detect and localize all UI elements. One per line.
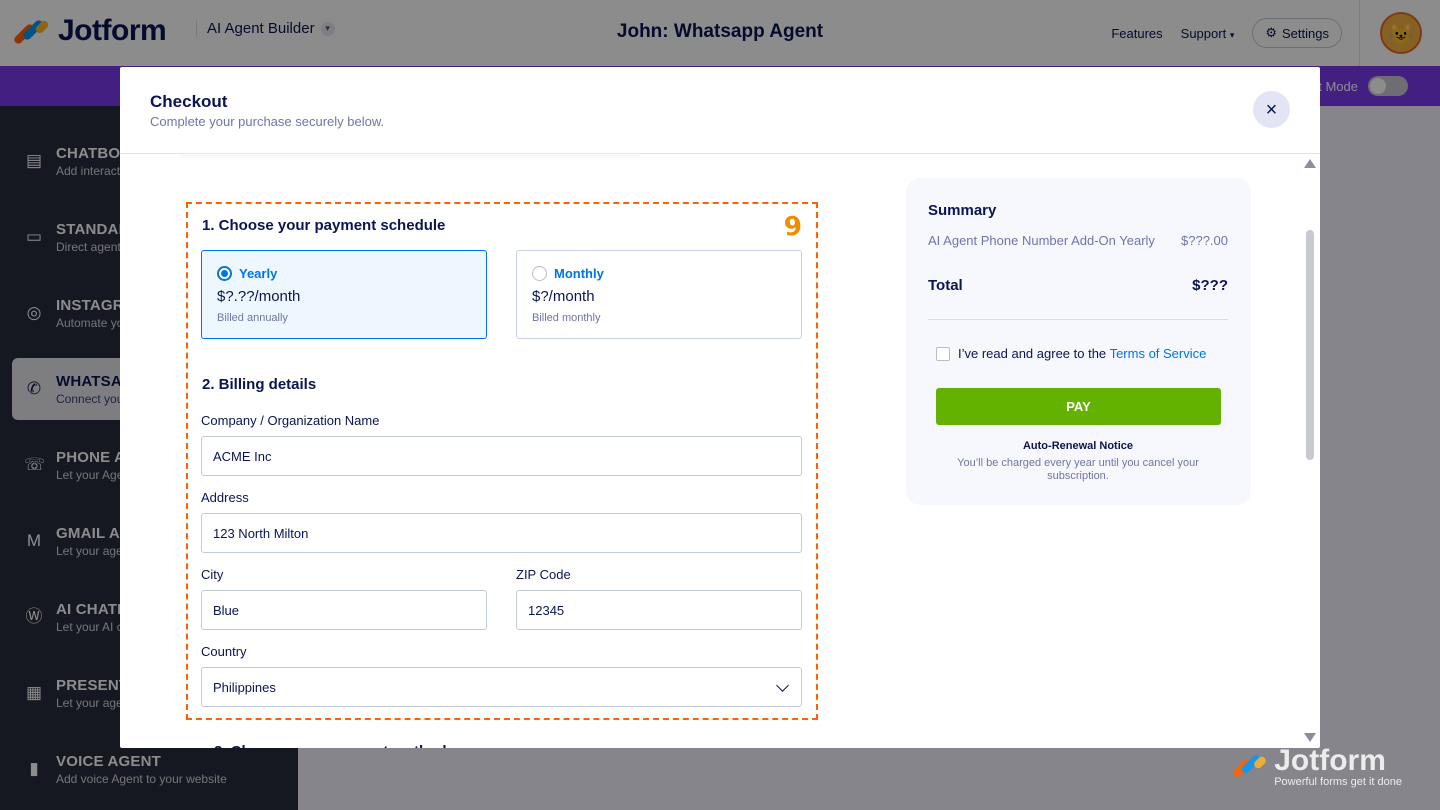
modal-title: Checkout xyxy=(150,92,228,111)
pay-button[interactable]: PAY xyxy=(936,388,1221,425)
company-label: Company / Organization Name xyxy=(201,413,380,428)
chevron-down-icon xyxy=(776,679,789,692)
summary-total-label: Total xyxy=(928,277,963,294)
summary-total-value: $??? xyxy=(1192,277,1228,294)
plan-price: $?/month xyxy=(532,288,595,305)
modal-header: Checkout Complete your purchase securely… xyxy=(120,67,1320,154)
country-select[interactable]: Philippines xyxy=(201,667,802,707)
summary-divider xyxy=(928,319,1228,320)
watermark-brand: Jotform xyxy=(1274,744,1386,777)
watermark-tagline: Powerful forms get it done xyxy=(1274,776,1402,788)
city-input[interactable] xyxy=(201,590,487,630)
country-label: Country xyxy=(201,644,247,659)
agree-text: I’ve read and agree to the xyxy=(958,346,1107,361)
yearly-radio[interactable] xyxy=(217,266,232,281)
jotform-watermark: Jotform Powerful forms get it done xyxy=(1231,744,1402,788)
billing-details-title: 2. Billing details xyxy=(202,376,317,393)
modal-subtitle: Complete your purchase securely below. xyxy=(150,114,385,129)
terms-agreement: I’ve read and agree to the Terms of Serv… xyxy=(936,346,1206,361)
auto-renewal-text: You’ll be charged every year until you c… xyxy=(957,457,1199,482)
plan-billing-note: Billed annually xyxy=(217,312,288,324)
scroll-down-arrow[interactable] xyxy=(1304,733,1316,742)
terms-checkbox[interactable] xyxy=(936,346,950,361)
zip-input[interactable] xyxy=(516,590,802,630)
scrollbar-thumb[interactable] xyxy=(1306,230,1314,460)
payment-method-title: 3. Choose your payment method xyxy=(214,743,474,748)
summary-line-price: $???.00 xyxy=(1181,233,1228,248)
company-input[interactable] xyxy=(201,436,802,476)
summary-line-item: AI Agent Phone Number Add-On Yearly xyxy=(928,233,1155,248)
close-icon: × xyxy=(1265,98,1278,121)
address-input[interactable] xyxy=(201,513,802,553)
payment-schedule-title: 1. Choose your payment schedule xyxy=(202,217,446,234)
scroll-fade xyxy=(180,155,640,159)
summary-title: Summary xyxy=(928,202,997,219)
auto-renewal-title: Auto-Renewal Notice xyxy=(1022,440,1133,452)
plan-card-yearly[interactable]: Yearly $?.??/month Billed annually xyxy=(201,250,487,339)
close-button[interactable]: × xyxy=(1253,91,1290,128)
zip-label: ZIP Code xyxy=(516,567,571,582)
address-label: Address xyxy=(201,490,249,505)
city-label: City xyxy=(201,567,224,582)
plan-name: Monthly xyxy=(554,266,604,281)
order-summary: Summary AI Agent Phone Number Add-On Yea… xyxy=(906,178,1251,505)
terms-of-service-link[interactable]: Terms of Service xyxy=(1110,346,1207,361)
country-selected-value: Philippines xyxy=(213,679,276,695)
checkout-modal: Checkout Complete your purchase securely… xyxy=(120,67,1320,748)
monthly-radio[interactable] xyxy=(532,266,547,281)
step-badge: 9 xyxy=(782,211,804,243)
plan-name: Yearly xyxy=(239,266,278,281)
plan-card-monthly[interactable]: Monthly $?/month Billed monthly xyxy=(516,250,802,339)
scroll-up-arrow[interactable] xyxy=(1304,159,1316,168)
jotform-logo-icon xyxy=(1231,751,1268,783)
plan-billing-note: Billed monthly xyxy=(532,312,601,324)
checkout-form-highlight: 9 1. Choose your payment schedule Yearly… xyxy=(186,202,818,720)
plan-price: $?.??/month xyxy=(217,288,301,305)
